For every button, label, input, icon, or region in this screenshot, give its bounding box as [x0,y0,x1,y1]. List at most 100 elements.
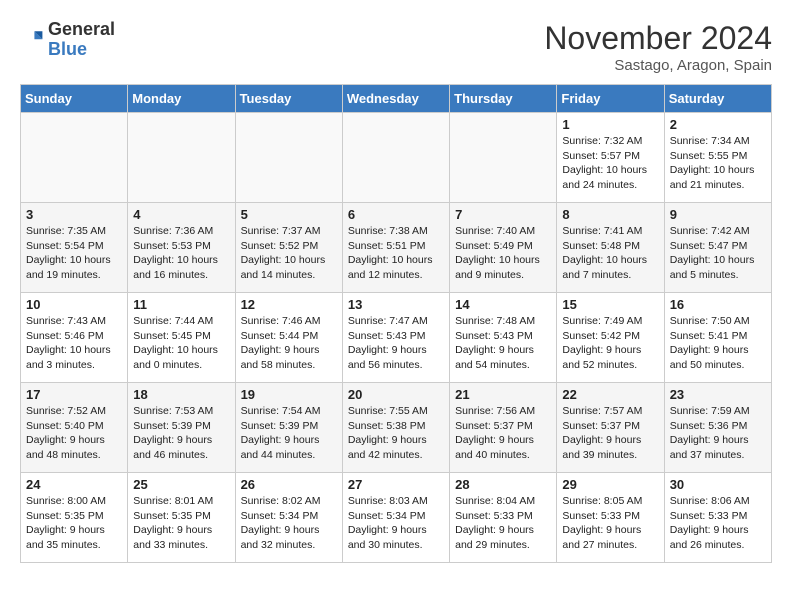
day-number: 15 [562,297,658,312]
calendar-cell: 29 Sunrise: 8:05 AM Sunset: 5:33 PM Dayli… [557,473,664,563]
day-number: 21 [455,387,551,402]
calendar-cell: 26 Sunrise: 8:02 AM Sunset: 5:34 PM Dayli… [235,473,342,563]
calendar-cell [21,113,128,203]
calendar-cell [450,113,557,203]
day-number: 19 [241,387,337,402]
day-number: 16 [670,297,766,312]
weekday-header-friday: Friday [557,85,664,113]
calendar-cell: 3 Sunrise: 7:35 AM Sunset: 5:54 PM Daylig… [21,203,128,293]
calendar-cell: 6Sunrise: 7:38 AM Sunset: 5:51 PM Daylig… [342,203,449,293]
day-number: 4 [133,207,229,222]
day-number: 20 [348,387,444,402]
day-info: Sunrise: 7:50 AM Sunset: 5:41 PM Dayligh… [670,314,766,373]
calendar-cell: 16 Sunrise: 7:50 AM Sunset: 5:41 PM Dayli… [664,293,771,383]
day-info: Sunrise: 7:49 AM Sunset: 5:42 PM Dayligh… [562,314,658,373]
day-info: Sunrise: 7:44 AM Sunset: 5:45 PM Dayligh… [133,314,229,373]
day-number: 11 [133,297,229,312]
calendar-cell [342,113,449,203]
day-number: 8 [562,207,658,222]
calendar-cell: 11 Sunrise: 7:44 AM Sunset: 5:45 PM Dayli… [128,293,235,383]
calendar-cell: 12 Sunrise: 7:46 AM Sunset: 5:44 PM Dayli… [235,293,342,383]
calendar-cell: 22 Sunrise: 7:57 AM Sunset: 5:37 PM Dayli… [557,383,664,473]
calendar-cell: 13 Sunrise: 7:47 AM Sunset: 5:43 PM Dayli… [342,293,449,383]
location: Sastago, Aragon, Spain [544,57,772,74]
day-number: 22 [562,387,658,402]
calendar-cell: 15 Sunrise: 7:49 AM Sunset: 5:42 PM Dayli… [557,293,664,383]
calendar-cell: 20 Sunrise: 7:55 AM Sunset: 5:38 PM Dayli… [342,383,449,473]
day-info: Sunrise: 7:54 AM Sunset: 5:39 PM Dayligh… [241,404,337,463]
calendar-cell [235,113,342,203]
day-info: Sunrise: 7:59 AM Sunset: 5:36 PM Dayligh… [670,404,766,463]
day-number: 29 [562,477,658,492]
day-number: 17 [26,387,122,402]
calendar-week-2: 3 Sunrise: 7:35 AM Sunset: 5:54 PM Daylig… [21,203,772,293]
calendar-cell: 28 Sunrise: 8:04 AM Sunset: 5:33 PM Dayli… [450,473,557,563]
day-number: 13 [348,297,444,312]
calendar-cell: 18Sunrise: 7:53 AM Sunset: 5:39 PM Dayli… [128,383,235,473]
day-info: Sunrise: 7:40 AM Sunset: 5:49 PM Dayligh… [455,224,551,283]
logo-text-blue: Blue [48,40,115,60]
calendar-cell: 30Sunrise: 8:06 AM Sunset: 5:33 PM Dayli… [664,473,771,563]
day-info: Sunrise: 7:35 AM Sunset: 5:54 PM Dayligh… [26,224,122,283]
calendar-week-5: 24 Sunrise: 8:00 AM Sunset: 5:35 PM Dayli… [21,473,772,563]
logo-text-general: General [48,20,115,40]
day-info: Sunrise: 8:00 AM Sunset: 5:35 PM Dayligh… [26,494,122,553]
calendar-cell: 23 Sunrise: 7:59 AM Sunset: 5:36 PM Dayli… [664,383,771,473]
day-info: Sunrise: 7:55 AM Sunset: 5:38 PM Dayligh… [348,404,444,463]
day-info: Sunrise: 7:43 AM Sunset: 5:46 PM Dayligh… [26,314,122,373]
day-info: Sunrise: 7:46 AM Sunset: 5:44 PM Dayligh… [241,314,337,373]
day-info: Sunrise: 8:01 AM Sunset: 5:35 PM Dayligh… [133,494,229,553]
weekday-header-sunday: Sunday [21,85,128,113]
calendar-body: 1Sunrise: 7:32 AM Sunset: 5:57 PM Daylig… [21,113,772,563]
day-number: 3 [26,207,122,222]
day-number: 28 [455,477,551,492]
calendar-cell: 25 Sunrise: 8:01 AM Sunset: 5:35 PM Dayli… [128,473,235,563]
weekday-row: SundayMondayTuesdayWednesdayThursdayFrid… [21,85,772,113]
logo: General Blue [20,20,115,60]
calendar-cell: 27Sunrise: 8:03 AM Sunset: 5:34 PM Dayli… [342,473,449,563]
weekday-header-monday: Monday [128,85,235,113]
day-info: Sunrise: 8:02 AM Sunset: 5:34 PM Dayligh… [241,494,337,553]
day-number: 18 [133,387,229,402]
day-info: Sunrise: 7:56 AM Sunset: 5:37 PM Dayligh… [455,404,551,463]
calendar-cell: 19 Sunrise: 7:54 AM Sunset: 5:39 PM Dayli… [235,383,342,473]
day-info: Sunrise: 7:52 AM Sunset: 5:40 PM Dayligh… [26,404,122,463]
day-number: 23 [670,387,766,402]
calendar-cell: 14 Sunrise: 7:48 AM Sunset: 5:43 PM Dayli… [450,293,557,383]
month-title: November 2024 [544,20,772,57]
calendar-cell: 21 Sunrise: 7:56 AM Sunset: 5:37 PM Dayli… [450,383,557,473]
calendar-table: SundayMondayTuesdayWednesdayThursdayFrid… [20,84,772,563]
calendar-header: SundayMondayTuesdayWednesdayThursdayFrid… [21,85,772,113]
day-number: 25 [133,477,229,492]
day-info: Sunrise: 8:05 AM Sunset: 5:33 PM Dayligh… [562,494,658,553]
day-number: 26 [241,477,337,492]
calendar-cell: 1Sunrise: 7:32 AM Sunset: 5:57 PM Daylig… [557,113,664,203]
weekday-header-thursday: Thursday [450,85,557,113]
day-number: 14 [455,297,551,312]
day-info: Sunrise: 8:06 AM Sunset: 5:33 PM Dayligh… [670,494,766,553]
calendar-cell: 17 Sunrise: 7:52 AM Sunset: 5:40 PM Dayli… [21,383,128,473]
weekday-header-tuesday: Tuesday [235,85,342,113]
calendar-cell: 9Sunrise: 7:42 AM Sunset: 5:47 PM Daylig… [664,203,771,293]
day-number: 5 [241,207,337,222]
calendar-cell: 2 Sunrise: 7:34 AM Sunset: 5:55 PM Daylig… [664,113,771,203]
day-info: Sunrise: 8:03 AM Sunset: 5:34 PM Dayligh… [348,494,444,553]
calendar-cell: 8Sunrise: 7:41 AM Sunset: 5:48 PM Daylig… [557,203,664,293]
title-block: November 2024 Sastago, Aragon, Spain [544,20,772,74]
day-number: 6 [348,207,444,222]
calendar-cell: 10Sunrise: 7:43 AM Sunset: 5:46 PM Dayli… [21,293,128,383]
day-number: 1 [562,117,658,132]
logo-icon [20,28,44,52]
day-info: Sunrise: 7:37 AM Sunset: 5:52 PM Dayligh… [241,224,337,283]
day-info: Sunrise: 7:34 AM Sunset: 5:55 PM Dayligh… [670,134,766,193]
day-number: 2 [670,117,766,132]
day-number: 9 [670,207,766,222]
day-number: 24 [26,477,122,492]
day-info: Sunrise: 7:48 AM Sunset: 5:43 PM Dayligh… [455,314,551,373]
day-info: Sunrise: 7:57 AM Sunset: 5:37 PM Dayligh… [562,404,658,463]
day-info: Sunrise: 7:47 AM Sunset: 5:43 PM Dayligh… [348,314,444,373]
day-info: Sunrise: 8:04 AM Sunset: 5:33 PM Dayligh… [455,494,551,553]
day-number: 12 [241,297,337,312]
calendar-cell: 7 Sunrise: 7:40 AM Sunset: 5:49 PM Daylig… [450,203,557,293]
day-number: 7 [455,207,551,222]
